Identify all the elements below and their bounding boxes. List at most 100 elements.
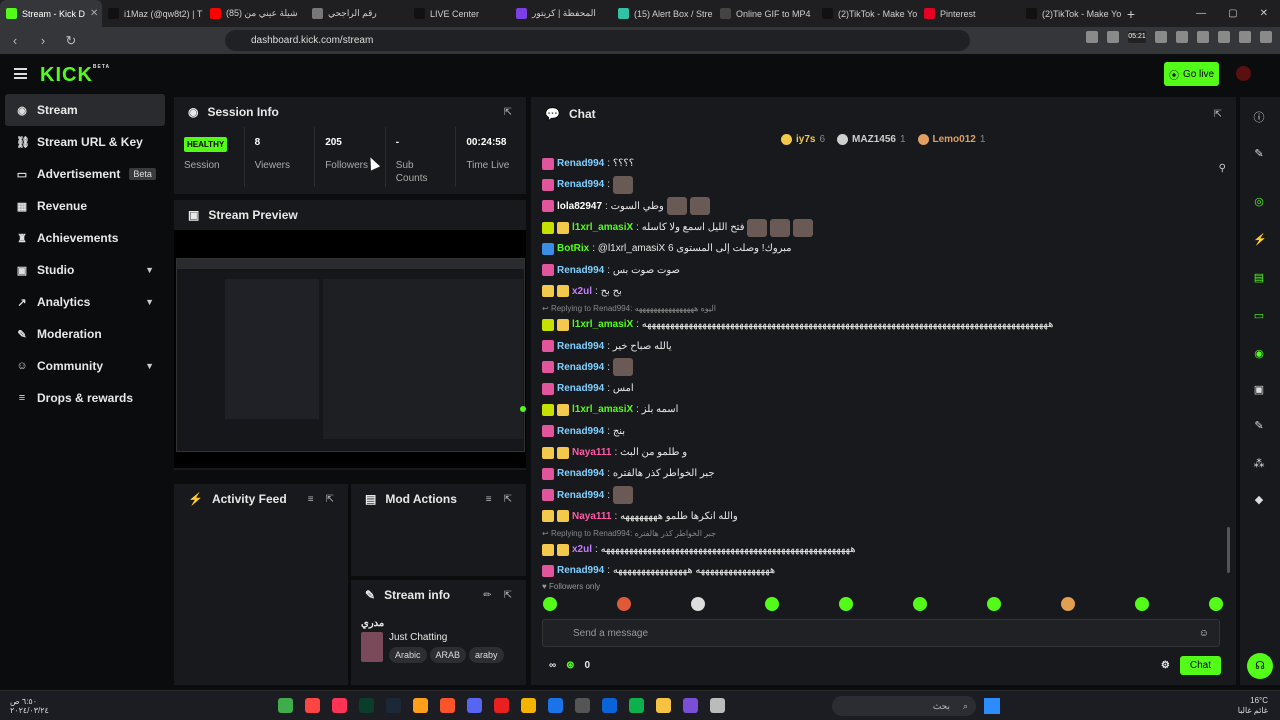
emote-button[interactable] [987, 597, 1001, 611]
emote-button[interactable] [913, 597, 927, 611]
browser-tab[interactable]: (15) Alert Box / Stre [612, 0, 714, 27]
target-icon[interactable]: ◎ [1253, 195, 1265, 208]
share-icon[interactable]: ⁂ [1253, 457, 1265, 470]
popout-icon[interactable]: ⇱ [1214, 109, 1222, 120]
forward-icon[interactable]: › [36, 33, 50, 48]
chevron-down-icon[interactable]: ▼ [145, 265, 154, 275]
chat-message[interactable]: Renad994: [542, 174, 1222, 195]
info-icon[interactable]: ⓘ [1253, 109, 1265, 124]
taskbar-search[interactable]: بحث ⌕ [832, 696, 976, 716]
sidebar-item-drops-rewards[interactable]: ≡ Drops & rewards [0, 382, 170, 414]
minimize-icon[interactable]: — [1196, 8, 1206, 19]
chat-message[interactable]: lola82947: وطي السوت [542, 196, 1222, 217]
chat-username[interactable]: Renad994 [557, 179, 604, 190]
emote-button[interactable] [617, 597, 631, 611]
chevron-down-icon[interactable]: ▼ [145, 297, 154, 307]
chat-username[interactable]: lola82947 [557, 201, 602, 212]
app-icon[interactable] [332, 698, 347, 713]
leaderboard-entry[interactable]: iy7s 6 [781, 134, 825, 145]
back-icon[interactable]: ‹ [8, 33, 22, 48]
chat-message[interactable]: Renad994: جبر الخواطر كذر هالفتره [542, 463, 1222, 484]
chat-message[interactable]: Renad994: ؟؟؟؟ [542, 153, 1222, 174]
category-name[interactable]: Just Chatting [389, 632, 507, 643]
chat-message[interactable]: Renad994: يالله صباح خير [542, 335, 1222, 356]
stream-preview-video[interactable] [174, 230, 526, 468]
chat-message[interactable]: Renad994: [542, 357, 1222, 378]
browser-tab[interactable]: (85) شيلة عيني من [204, 0, 306, 27]
reload-icon[interactable]: ↻ [64, 33, 78, 49]
app-icon[interactable] [494, 698, 509, 713]
app-icon[interactable] [548, 698, 563, 713]
emote-button[interactable] [1135, 597, 1149, 611]
app-icon[interactable] [413, 698, 428, 713]
clipboard-icon[interactable]: ▤ [1253, 271, 1265, 284]
chat-message[interactable]: BotRix: @l1xrl_amasiX مبروك! وصلت إلى ال… [542, 238, 1222, 259]
chat-message[interactable]: x2ul: هههههههههههههههههههههههههههههههههه… [542, 539, 1222, 560]
emote-button[interactable] [1209, 597, 1223, 611]
chat-message[interactable]: Renad994: ههههههههههههههههه هههههههههههه… [542, 560, 1222, 577]
close-window-icon[interactable]: ✕ [1260, 8, 1268, 19]
chat-username[interactable]: x2ul [572, 544, 592, 555]
settings-icon[interactable] [575, 698, 590, 713]
popout-icon[interactable]: ⇱ [326, 494, 334, 505]
steam-icon[interactable] [386, 698, 401, 713]
extension-icon[interactable] [1086, 31, 1098, 43]
weather-widget[interactable]: 16°C غائم غالبا [1238, 696, 1268, 716]
sidebar-item-analytics[interactable]: ↗ Analytics ▼ [0, 286, 170, 318]
infinity-icon[interactable]: ∞ [549, 660, 556, 671]
chat-message[interactable]: l1xrl_amasiX: فتح الليل اسمع ولا كاسله [542, 217, 1222, 238]
preview-icon[interactable]: ▣ [1253, 383, 1265, 396]
tag-chip[interactable]: Arabic [389, 647, 427, 663]
chat-username[interactable]: Renad994 [557, 383, 604, 394]
emote-button[interactable] [543, 597, 557, 611]
browser-tab[interactable]: Pinterest [918, 0, 1020, 27]
edit-icon[interactable]: ✏ [483, 590, 491, 601]
extension-icon[interactable] [1176, 31, 1188, 43]
close-tab-icon[interactable]: ✕ [90, 8, 98, 19]
chat-username[interactable]: Renad994 [557, 265, 604, 276]
emoji-icon[interactable]: ☺ [1199, 628, 1209, 639]
chat-username[interactable]: l1xrl_amasiX [572, 222, 633, 233]
chat-message[interactable]: Naya111: والله انكرها طلمو ههههههههه [542, 506, 1222, 527]
browser-tab[interactable]: LIVE Center [408, 0, 510, 27]
chat-username[interactable]: BotRix [557, 243, 589, 254]
sidebar-item-revenue[interactable]: ▦ Revenue [0, 190, 170, 222]
settings-icon[interactable]: ⚙ [1161, 660, 1170, 671]
new-tab-button[interactable]: + [1122, 6, 1140, 22]
browser-tab[interactable]: (2)TikTok - Make Yo [1020, 0, 1122, 27]
chat-username[interactable]: Renad994 [557, 565, 604, 576]
kick-logo[interactable]: KICKBETA [40, 64, 110, 87]
extension-icon[interactable] [1218, 31, 1230, 43]
outlook-icon[interactable] [602, 698, 617, 713]
browser-tab[interactable]: Stream - Kick D ✕ [0, 0, 102, 27]
leaderboard-entry[interactable]: Lemo012 1 [917, 134, 985, 145]
taskbar-clock[interactable]: ٦:٥٠ ص ٢٠٢٤/٠٣/٢٤ [10, 697, 49, 715]
chat-username[interactable]: Renad994 [557, 341, 604, 352]
sidebar-item-advertisement[interactable]: ▭ Advertisement Beta [0, 158, 170, 190]
wrench-icon[interactable]: ✎ [1253, 419, 1265, 432]
maximize-icon[interactable]: ▢ [1228, 8, 1237, 19]
windows-start-icon[interactable] [984, 698, 1000, 714]
app-icon[interactable] [359, 698, 374, 713]
browser-tab[interactable]: المحفظة | كريتور [510, 0, 612, 27]
filter-icon[interactable]: ≡ [308, 494, 314, 505]
chat-username[interactable]: Naya111 [572, 511, 612, 522]
chat-username[interactable]: x2ul [572, 286, 592, 297]
menu-icon[interactable] [1260, 31, 1272, 43]
sidebar-item-moderation[interactable]: ✎ Moderation [0, 318, 170, 350]
chrome-icon[interactable] [521, 698, 536, 713]
app-icon[interactable] [305, 698, 320, 713]
leaderboard-entry[interactable]: MAZ1456 1 [837, 134, 906, 145]
chevron-down-icon[interactable]: ▼ [145, 361, 154, 371]
emote-button[interactable] [839, 597, 853, 611]
layers-icon[interactable]: ◆ [1253, 493, 1265, 506]
edge-icon[interactable] [629, 698, 644, 713]
chat-message[interactable]: Naya111: و طلمو من البث [542, 442, 1222, 463]
app-icon[interactable] [683, 698, 698, 713]
chat-username[interactable]: Renad994 [557, 158, 604, 169]
sidebar-item-stream-url-key[interactable]: ⛓ Stream URL & Key [0, 126, 170, 158]
tag-chip[interactable]: araby [469, 647, 504, 663]
chat-username[interactable]: Renad994 [557, 490, 604, 501]
broadcast-icon[interactable]: ◉ [1253, 347, 1265, 360]
app-icon[interactable] [710, 698, 725, 713]
